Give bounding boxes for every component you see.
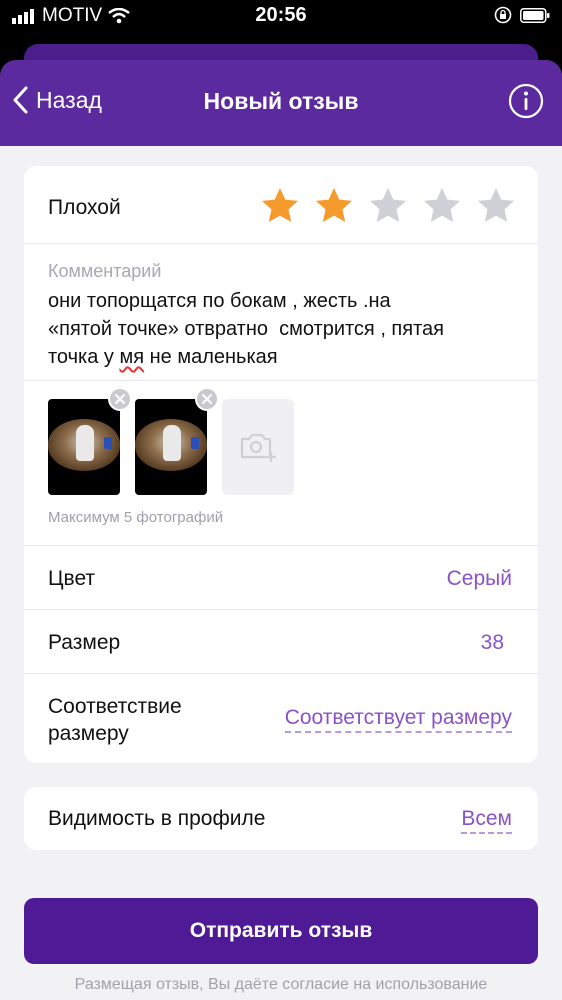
star-empty-icon[interactable]: [476, 186, 516, 226]
star-rating[interactable]: [260, 186, 516, 226]
nav-header: Назад Новый отзыв: [0, 60, 562, 146]
photos-limit-hint: Максимум 5 фотографий: [48, 509, 224, 526]
info-button[interactable]: [508, 83, 544, 124]
visibility-card[interactable]: Видимость в профиле Всем: [24, 787, 538, 850]
photo-figure: [76, 425, 94, 461]
fit-row[interactable]: Соответствие размеру Соответствует разме…: [24, 674, 538, 763]
star-filled-icon[interactable]: [314, 186, 354, 226]
comment-text[interactable]: они топорщатся по бокам , жесть .на «пят…: [48, 287, 528, 371]
orientation-lock-icon: [494, 6, 512, 24]
comment-field[interactable]: Комментарий они топорщатся по бокам , же…: [24, 244, 538, 381]
size-label: Размер: [48, 631, 121, 654]
camera-add-icon: [240, 433, 277, 463]
fit-label: Соответствие размеру: [48, 695, 182, 745]
remove-photo-button[interactable]: [195, 387, 219, 411]
status-bar: MOTIV 20:56: [0, 0, 562, 34]
comment-text-part: не маленькая: [144, 346, 278, 368]
rating-label: Плохой: [48, 196, 121, 219]
consent-text: Размещая отзыв, Вы даёте согласие на исп…: [74, 976, 488, 993]
close-icon: [115, 394, 125, 404]
visibility-value[interactable]: Всем: [461, 807, 512, 834]
comment-label: Комментарий: [48, 261, 162, 281]
page-title: Новый отзыв: [203, 88, 359, 114]
star-empty-icon[interactable]: [422, 186, 462, 226]
photo-thumbnail[interactable]: [48, 387, 132, 495]
fit-value[interactable]: Соответствует размеру: [284, 706, 512, 733]
photos-row: Максимум 5 фотографий: [24, 381, 538, 546]
photo-detail: [104, 437, 112, 449]
visibility-label: Видимость в профиле: [48, 807, 266, 830]
review-form: Плохой Комментарий они топорщатся по бок…: [0, 146, 562, 1000]
photo-thumbnail[interactable]: [135, 387, 219, 495]
battery-icon: [520, 7, 550, 23]
misspelled-word: мя: [119, 346, 145, 368]
color-row[interactable]: Цвет Серый: [24, 546, 538, 610]
review-card: Плохой Комментарий они топорщатся по бок…: [24, 166, 538, 763]
star-filled-icon[interactable]: [260, 186, 300, 226]
photo-detail: [191, 437, 199, 449]
rating-row: Плохой: [24, 166, 538, 244]
remove-photo-button[interactable]: [108, 387, 132, 411]
status-time: 20:56: [255, 4, 307, 26]
add-photo-button[interactable]: [222, 399, 294, 495]
info-icon: [508, 83, 544, 119]
color-value[interactable]: Серый: [447, 567, 512, 591]
size-row[interactable]: Размер 38: [24, 610, 538, 674]
color-label: Цвет: [48, 567, 96, 590]
star-empty-icon[interactable]: [368, 186, 408, 226]
status-right: [494, 6, 550, 24]
size-value[interactable]: 38: [481, 631, 504, 655]
photo-figure: [163, 425, 181, 461]
submit-review-button[interactable]: Отправить отзыв: [24, 898, 538, 964]
close-icon: [202, 394, 212, 404]
